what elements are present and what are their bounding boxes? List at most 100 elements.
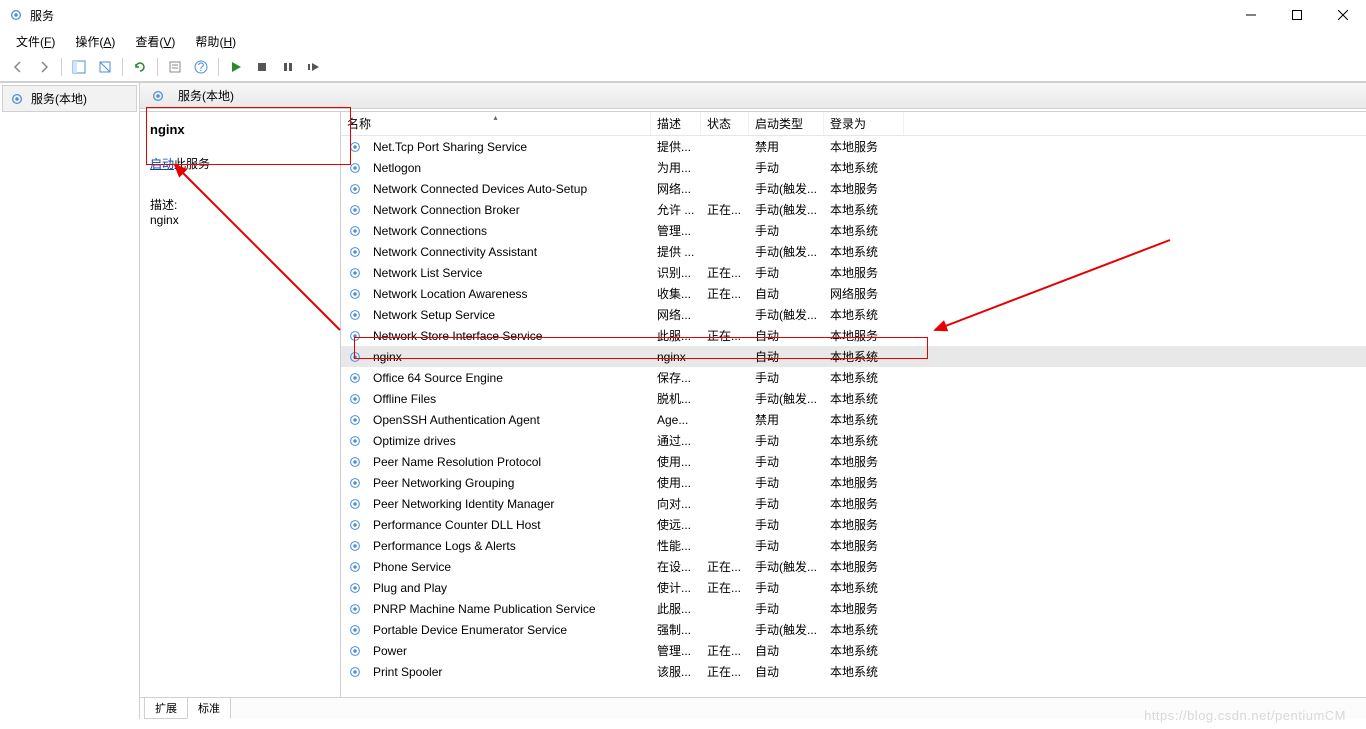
table-row[interactable]: Network Location Awareness收集...正在...自动网络…: [341, 283, 1366, 304]
pause-service-button[interactable]: [276, 55, 300, 79]
service-name: Network List Service: [373, 266, 482, 280]
service-status: 正在...: [701, 575, 749, 600]
table-row[interactable]: nginxnginx自动本地系统: [341, 346, 1366, 367]
menu-action[interactable]: 操作(A): [67, 31, 123, 52]
table-row[interactable]: Peer Networking Identity Manager向对...手动本…: [341, 493, 1366, 514]
content-pane: 服务(本地) nginx 启动此服务 描述: nginx 名称▴ 描述 状态 启…: [140, 83, 1366, 719]
main-area: 服务(本地) 服务(本地) nginx 启动此服务 描述: nginx 名称▴ …: [0, 82, 1366, 719]
table-row[interactable]: Network Connected Devices Auto-Setup网络..…: [341, 178, 1366, 199]
service-name: Office 64 Source Engine: [373, 371, 503, 385]
table-row[interactable]: Peer Name Resolution Protocol使用...手动本地服务: [341, 451, 1366, 472]
start-service-button[interactable]: [224, 55, 248, 79]
service-name: Network Connected Devices Auto-Setup: [373, 182, 587, 196]
content-header-label: 服务(本地): [178, 87, 234, 104]
help-button[interactable]: ?: [189, 55, 213, 79]
table-row[interactable]: Performance Counter DLL Host使远...手动本地服务: [341, 514, 1366, 535]
gear-icon: [347, 244, 363, 260]
service-name: Network Connectivity Assistant: [373, 245, 537, 259]
service-status: [701, 395, 749, 403]
gear-icon: [347, 580, 363, 596]
table-row[interactable]: Print Spooler该服...正在...自动本地系统: [341, 661, 1366, 682]
svg-text:?: ?: [198, 60, 205, 74]
service-name: Peer Networking Identity Manager: [373, 497, 554, 511]
restart-service-button[interactable]: [302, 55, 326, 79]
tree-item-services-local[interactable]: 服务(本地): [2, 85, 137, 112]
gear-icon: [347, 538, 363, 554]
menu-help[interactable]: 帮助(H): [187, 31, 244, 52]
service-status: [701, 542, 749, 550]
service-name: Power: [373, 644, 407, 658]
table-row[interactable]: Phone Service在设...正在...手动(触发...本地服务: [341, 556, 1366, 577]
table-row[interactable]: PNRP Machine Name Publication Service此服.…: [341, 598, 1366, 619]
column-header-status[interactable]: 状态: [701, 112, 749, 135]
gear-icon: [347, 139, 363, 155]
description-label: 描述:: [150, 196, 330, 213]
service-status: [701, 248, 749, 256]
table-row[interactable]: Optimize drives通过...手动本地系统: [341, 430, 1366, 451]
watermark: https://blog.csdn.net/pentiumCM: [1144, 708, 1346, 723]
column-header-description[interactable]: 描述: [651, 112, 701, 135]
list-pane[interactable]: 名称▴ 描述 状态 启动类型 登录为 Net.Tcp Port Sharing …: [340, 112, 1366, 697]
gear-icon: [347, 328, 363, 344]
menu-file[interactable]: 文件(F): [8, 31, 63, 52]
minimize-button[interactable]: [1228, 0, 1274, 30]
gear-icon: [347, 160, 363, 176]
close-button[interactable]: [1320, 0, 1366, 30]
table-row[interactable]: Power管理...正在...自动本地系统: [341, 640, 1366, 661]
column-header-logon[interactable]: 登录为: [824, 112, 904, 135]
show-hide-tree-button[interactable]: [67, 55, 91, 79]
table-row[interactable]: Peer Networking Grouping使用...手动本地服务: [341, 472, 1366, 493]
table-row[interactable]: Portable Device Enumerator Service强制...手…: [341, 619, 1366, 640]
table-row[interactable]: Performance Logs & Alerts性能...手动本地服务: [341, 535, 1366, 556]
table-row[interactable]: Network Store Interface Service此服...正在..…: [341, 325, 1366, 346]
service-name: Phone Service: [373, 560, 451, 574]
gear-icon: [347, 601, 363, 617]
service-status: [701, 227, 749, 235]
back-button[interactable]: [6, 55, 30, 79]
table-row[interactable]: OpenSSH Authentication AgentAge...禁用本地系统: [341, 409, 1366, 430]
service-status: [701, 185, 749, 193]
gear-icon: [347, 286, 363, 302]
table-row[interactable]: Network Connections管理...手动本地系统: [341, 220, 1366, 241]
content-header: 服务(本地): [140, 83, 1366, 109]
start-link[interactable]: 启动: [150, 157, 174, 171]
table-row[interactable]: Offline Files脱机...手动(触发...本地系统: [341, 388, 1366, 409]
export-button[interactable]: [93, 55, 117, 79]
table-row[interactable]: Network Connectivity Assistant提供 ...手动(触…: [341, 241, 1366, 262]
table-row[interactable]: Network Connection Broker允许 ...正在...手动(触…: [341, 199, 1366, 220]
column-header-startup[interactable]: 启动类型: [749, 112, 824, 135]
service-name: Offline Files: [373, 392, 436, 406]
menu-view[interactable]: 查看(V): [127, 31, 183, 52]
table-row[interactable]: Network Setup Service网络...手动(触发...本地系统: [341, 304, 1366, 325]
start-suffix: 此服务: [174, 157, 210, 171]
service-name: Peer Name Resolution Protocol: [373, 455, 541, 469]
service-status: [701, 164, 749, 172]
forward-button[interactable]: [32, 55, 56, 79]
services-icon: [8, 7, 24, 23]
stop-service-button[interactable]: [250, 55, 274, 79]
properties-button[interactable]: [163, 55, 187, 79]
toolbar-separator: [122, 58, 123, 76]
menubar: 文件(F) 操作(A) 查看(V) 帮助(H): [0, 30, 1366, 52]
table-row[interactable]: Network List Service识别...正在...手动本地服务: [341, 262, 1366, 283]
service-name: OpenSSH Authentication Agent: [373, 413, 540, 427]
table-row[interactable]: Net.Tcp Port Sharing Service提供...禁用本地服务: [341, 136, 1366, 157]
table-row[interactable]: Plug and Play使计...正在...手动本地系统: [341, 577, 1366, 598]
gear-icon: [150, 88, 166, 104]
gear-icon: [347, 181, 363, 197]
tab-standard[interactable]: 标准: [187, 698, 231, 719]
tree-pane: 服务(本地): [0, 83, 140, 719]
tab-extended[interactable]: 扩展: [144, 698, 188, 719]
toolbar-separator: [218, 58, 219, 76]
column-header-name[interactable]: 名称▴: [341, 112, 651, 135]
maximize-button[interactable]: [1274, 0, 1320, 30]
gear-icon: [347, 643, 363, 659]
table-row[interactable]: Office 64 Source Engine保存...手动本地系统: [341, 367, 1366, 388]
gear-icon: [347, 664, 363, 680]
service-status: [701, 143, 749, 151]
service-status: [701, 437, 749, 445]
gear-icon: [347, 622, 363, 638]
description-value: nginx: [150, 213, 179, 227]
table-row[interactable]: Netlogon为用...手动本地系统: [341, 157, 1366, 178]
refresh-button[interactable]: [128, 55, 152, 79]
